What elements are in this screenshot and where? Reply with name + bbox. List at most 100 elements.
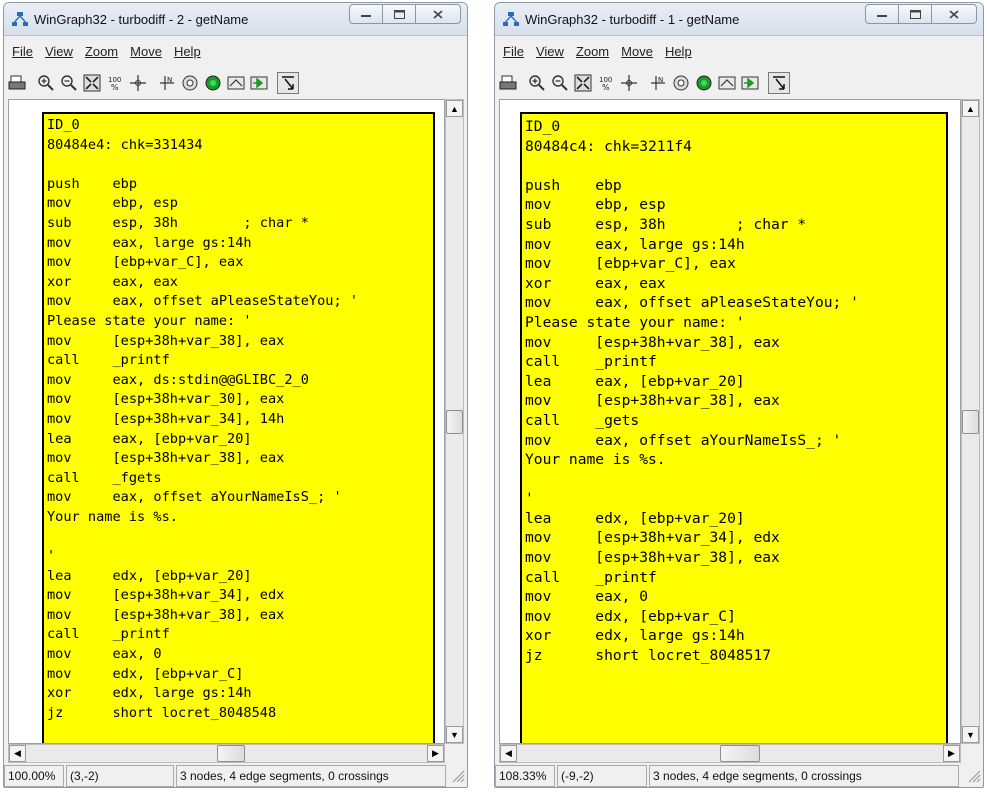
green-dot-button[interactable] (202, 72, 224, 94)
toolbar: 100% N (497, 69, 981, 97)
code-line: mov eax, offset aYourNameIsS_; ' (47, 489, 342, 506)
menu-file[interactable]: File (503, 44, 524, 64)
close-button[interactable] (931, 4, 977, 24)
code-line: mov eax, ds:stdin@@GLIBC_2_0 (47, 371, 309, 388)
code-line: mov [esp+38h+var_34], edx (525, 529, 780, 547)
position-button[interactable]: N (156, 72, 178, 94)
status-bar: 100.00% (3,-2) 3 nodes, 4 edge segments,… (4, 765, 467, 787)
code-line: mov ebp, esp (47, 195, 178, 212)
orbit-button[interactable] (670, 72, 692, 94)
position-button[interactable]: N (647, 72, 669, 94)
title-bar[interactable]: WinGraph32 - turbodiff - 2 - getName (4, 3, 467, 36)
edge-button[interactable] (225, 72, 247, 94)
code-line: call _fgets (47, 469, 162, 486)
svg-text:%: % (111, 83, 119, 92)
code-line: 80484c4: chk=3211f4 (525, 137, 692, 155)
orbit-icon (182, 75, 198, 91)
center-button[interactable] (618, 72, 640, 94)
resize-grip-icon[interactable] (451, 769, 465, 783)
horizontal-scroll-thumb[interactable] (720, 745, 760, 762)
maximize-button[interactable] (382, 4, 416, 24)
node-text: ID_0 80484e4: chk=331434 push ebp mov ebp, … (44, 114, 433, 723)
wingraph-window-2: WinGraph32 - turbodiff - 2 - getName Fil… (3, 2, 468, 788)
scroll-right-arrow-icon[interactable]: ▶ (427, 745, 444, 762)
scroll-down-arrow-icon[interactable]: ▼ (446, 726, 463, 743)
scroll-up-arrow-icon[interactable]: ▲ (962, 100, 979, 117)
menu-file[interactable]: File (12, 44, 33, 64)
code-line: mov ebp, esp (525, 196, 666, 214)
vertical-scrollbar[interactable]: ▲ ▼ (961, 99, 980, 744)
menu-zoom[interactable]: Zoom (85, 44, 118, 64)
code-line: mov eax, offset aPleaseStateYou; ' (47, 293, 358, 310)
horizontal-scroll-thumb[interactable] (217, 745, 245, 762)
menu-move[interactable]: Move (621, 44, 653, 64)
scroll-down-arrow-icon[interactable]: ▼ (962, 726, 979, 743)
pointer-button[interactable] (768, 72, 790, 94)
menu-view[interactable]: View (45, 44, 73, 64)
pointer-icon (282, 76, 294, 90)
menu-zoom[interactable]: Zoom (576, 44, 609, 64)
zoom-out-button[interactable] (549, 72, 571, 94)
minimize-button[interactable] (865, 4, 899, 24)
code-line: mov [ebp+var_C], eax (525, 255, 736, 273)
fit-window-icon (83, 74, 101, 92)
zoom-100-button[interactable]: 100% (595, 72, 617, 94)
node-text: ID_0 80484c4: chk=3211f4 push ebp mov ebp, … (522, 114, 946, 665)
orbit-button[interactable] (179, 72, 201, 94)
minimize-button[interactable] (349, 4, 383, 24)
zoom-100-button[interactable]: 100% (104, 72, 126, 94)
zoom-in-button[interactable] (35, 72, 57, 94)
zoom-in-button[interactable] (526, 72, 548, 94)
vertical-scrollbar[interactable]: ▲ ▼ (445, 99, 464, 744)
code-line: mov [esp+38h+var_38], eax (525, 392, 780, 410)
green-arrow-button[interactable] (248, 72, 270, 94)
fit-window-button[interactable] (81, 72, 103, 94)
green-dot-icon (205, 75, 221, 91)
close-button[interactable] (415, 4, 461, 24)
graph-canvas[interactable]: ID_0 80484e4: chk=331434 push ebp mov ebp, … (8, 99, 445, 744)
zoom-out-button[interactable] (58, 72, 80, 94)
vertical-scroll-thumb[interactable] (446, 410, 463, 434)
center-button[interactable] (127, 72, 149, 94)
title-bar[interactable]: WinGraph32 - turbodiff - 1 - getName (495, 3, 983, 36)
pointer-icon (773, 76, 785, 90)
green-arrow-button[interactable] (739, 72, 761, 94)
edge-button[interactable] (716, 72, 738, 94)
pointer-button[interactable] (277, 72, 299, 94)
scroll-left-arrow-icon[interactable]: ◀ (500, 745, 517, 762)
center-icon (621, 75, 637, 91)
code-line: push ebp (525, 176, 622, 194)
center-icon (130, 75, 146, 91)
svg-text:N: N (658, 76, 663, 84)
scroll-right-arrow-icon[interactable]: ▶ (943, 745, 960, 762)
maximize-button[interactable] (898, 4, 932, 24)
print-button[interactable] (497, 72, 519, 94)
scroll-left-arrow-icon[interactable]: ◀ (9, 745, 26, 762)
wingraph-app-icon (503, 12, 519, 26)
status-coords: (-9,-2) (557, 765, 647, 787)
scroll-up-arrow-icon[interactable]: ▲ (446, 100, 463, 117)
close-icon (949, 9, 959, 19)
minimize-icon (361, 15, 371, 17)
code-line: ID_0 (525, 118, 561, 135)
print-button[interactable] (6, 72, 28, 94)
position-icon: N (651, 76, 665, 90)
code-node[interactable]: ID_0 80484c4: chk=3211f4 push ebp mov ebp, … (520, 112, 948, 743)
menu-help[interactable]: Help (174, 44, 201, 64)
horizontal-scrollbar[interactable]: ◀ ▶ (499, 744, 961, 763)
svg-text:N: N (167, 76, 172, 84)
graph-canvas[interactable]: ID_0 80484c4: chk=3211f4 push ebp mov ebp, … (499, 99, 961, 744)
green-arrow-icon (741, 76, 759, 90)
vertical-scroll-thumb[interactable] (962, 410, 979, 434)
zoom-out-icon (61, 75, 77, 91)
fit-window-button[interactable] (572, 72, 594, 94)
menu-move[interactable]: Move (130, 44, 162, 64)
horizontal-scrollbar[interactable]: ◀ ▶ (8, 744, 445, 763)
green-dot-button[interactable] (693, 72, 715, 94)
code-node[interactable]: ID_0 80484e4: chk=331434 push ebp mov ebp, … (42, 112, 435, 743)
orbit-icon (673, 75, 689, 91)
code-line: xor edx, large gs:14h (47, 685, 252, 702)
menu-view[interactable]: View (536, 44, 564, 64)
resize-grip-icon[interactable] (967, 769, 981, 783)
menu-help[interactable]: Help (665, 44, 692, 64)
